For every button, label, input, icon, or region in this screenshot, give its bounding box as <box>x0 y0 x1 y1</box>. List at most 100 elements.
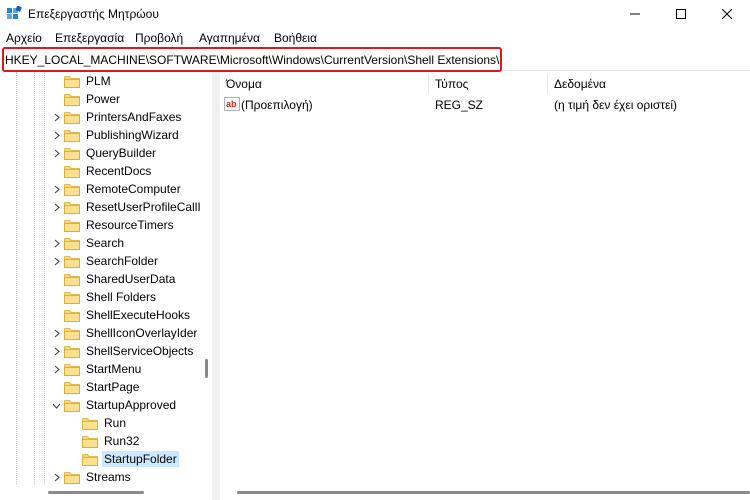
tree-item-label: Streams <box>86 470 131 484</box>
pane-splitter[interactable] <box>212 72 220 500</box>
values-list[interactable]: Όνομα Τύπος Δεδομένα ab (Προεπιλογή) REG… <box>220 72 750 500</box>
tree-item-label: Power <box>86 92 121 106</box>
tree-item-label: PublishingWizard <box>86 128 179 142</box>
tree-item[interactable]: QueryBuilder <box>52 144 158 162</box>
chevron-right-icon[interactable] <box>52 473 61 482</box>
chevron-right-icon[interactable] <box>52 347 61 356</box>
tree-item-label: RemoteComputer <box>86 182 181 196</box>
chevron-right-icon[interactable] <box>52 149 61 158</box>
tree-item-label: StartupFolder <box>102 451 179 467</box>
menu-favorites[interactable]: Αγαπημένα <box>199 31 260 45</box>
address-path[interactable]: HKEY_LOCAL_MACHINE\SOFTWARE\Microsoft\Wi… <box>5 53 499 67</box>
tree-guide-line <box>44 72 45 500</box>
tree-guide-line <box>16 72 17 500</box>
chevron-right-icon[interactable] <box>52 257 61 266</box>
key-tree[interactable]: PLM Power PrintersAndFaxes PublishingWizard… <box>0 72 212 500</box>
list-horizontal-scroll-thumb[interactable] <box>237 491 750 494</box>
tree-vertical-scroll-thumb[interactable] <box>205 359 208 378</box>
tree-item[interactable]: Power <box>52 90 122 108</box>
folder-icon <box>64 147 80 160</box>
minimize-button[interactable] <box>612 0 658 27</box>
tree-item[interactable]: ShellExecuteHooks <box>52 306 192 324</box>
folder-icon <box>64 309 80 322</box>
expander-spacer <box>52 293 61 302</box>
tree-item[interactable]: StartMenu <box>52 360 143 378</box>
tree-horizontal-scrollbar[interactable] <box>0 484 212 500</box>
expander-spacer <box>70 419 79 428</box>
tree-item[interactable]: Search <box>52 234 126 252</box>
minimize-icon <box>630 13 640 14</box>
tree-item[interactable]: Shell Folders <box>52 288 158 306</box>
expander-spacer <box>52 275 61 284</box>
folder-icon <box>64 201 80 214</box>
tree-item[interactable]: PublishingWizard <box>52 126 181 144</box>
tree-item[interactable]: ShellServiceObjects <box>52 342 195 360</box>
chevron-right-icon[interactable] <box>52 329 61 338</box>
folder-icon <box>64 327 80 340</box>
tree-item-label: ShellExecuteHooks <box>86 308 191 322</box>
folder-icon <box>82 417 98 430</box>
tree-item[interactable]: StartupFolder <box>70 450 179 468</box>
registry-editor-icon <box>7 6 22 19</box>
chevron-right-icon[interactable] <box>52 365 61 374</box>
menu-file[interactable]: Αρχείο <box>6 31 42 45</box>
tree-item-label: QueryBuilder <box>86 146 157 160</box>
tree-item-label: RecentDocs <box>86 164 152 178</box>
maximize-button[interactable] <box>658 0 704 27</box>
column-header-data[interactable]: Δεδομένα <box>548 72 750 94</box>
tree-item[interactable]: SearchFolder <box>52 252 160 270</box>
value-data: (η τιμή δεν έχει οριστεί) <box>554 98 678 112</box>
tree-item[interactable]: PLM <box>52 72 113 90</box>
tree-item[interactable]: ResourceTimers <box>52 216 176 234</box>
tree-item[interactable]: RecentDocs <box>52 162 153 180</box>
folder-icon <box>64 471 80 484</box>
tree-item[interactable]: PrintersAndFaxes <box>52 108 183 126</box>
chevron-right-icon[interactable] <box>52 185 61 194</box>
folder-icon <box>64 93 80 106</box>
tree-item[interactable]: RemoteComputer <box>52 180 183 198</box>
tree-item[interactable]: StartupApproved <box>52 396 178 414</box>
tree-item[interactable]: Run32 <box>70 432 141 450</box>
tree-horizontal-scroll-thumb[interactable] <box>48 491 144 494</box>
list-horizontal-scrollbar[interactable] <box>220 484 750 500</box>
expander-spacer <box>52 383 61 392</box>
tree-item-label: ResourceTimers <box>86 218 174 232</box>
svg-text:ab: ab <box>226 99 237 109</box>
tree-item[interactable]: ShellIconOverlayIder <box>52 324 199 342</box>
folder-icon <box>64 291 80 304</box>
tree-item[interactable]: StartPage <box>52 378 141 396</box>
string-value-icon: ab <box>224 97 240 111</box>
chevron-down-icon[interactable] <box>52 401 61 410</box>
expander-spacer <box>70 437 79 446</box>
value-row[interactable]: ab (Προεπιλογή) REG_SZ (η τιμή δεν έχει … <box>220 96 750 114</box>
chevron-right-icon[interactable] <box>52 203 61 212</box>
folder-icon <box>64 345 80 358</box>
tree-item-label: ResetUserProfileCallI <box>86 200 201 214</box>
folder-icon <box>64 165 80 178</box>
expander-spacer <box>52 221 61 230</box>
tree-item-label: Run <box>104 416 127 430</box>
tree-vertical-scrollbar[interactable] <box>200 72 212 484</box>
window-title: Επεξεργαστής Μητρώου <box>28 7 159 21</box>
chevron-right-icon[interactable] <box>52 113 61 122</box>
chevron-right-icon[interactable] <box>52 239 61 248</box>
chevron-right-icon[interactable] <box>52 131 61 140</box>
menu-help[interactable]: Βοήθεια <box>274 31 317 45</box>
tree-item[interactable]: ResetUserProfileCallI <box>52 198 203 216</box>
menu-view[interactable]: Προβολή <box>135 31 183 45</box>
expander-spacer <box>52 311 61 320</box>
tree-item-label: SharedUserData <box>86 272 176 286</box>
tree-item[interactable]: SharedUserData <box>52 270 177 288</box>
title-bar: Επεξεργαστής Μητρώου <box>0 0 750 27</box>
folder-icon <box>64 273 80 286</box>
column-header-name[interactable]: Όνομα <box>220 72 428 94</box>
menu-edit[interactable]: Επεξεργασία <box>55 31 124 45</box>
tree-item-label: SearchFolder <box>86 254 159 268</box>
folder-icon <box>64 129 80 142</box>
close-button[interactable] <box>704 0 750 27</box>
tree-item[interactable]: Run <box>70 414 128 432</box>
tree-item-label: ShellIconOverlayIder <box>86 326 198 340</box>
folder-icon <box>64 399 80 412</box>
column-header-type[interactable]: Τύπος <box>429 72 547 94</box>
address-bar[interactable]: HKEY_LOCAL_MACHINE\SOFTWARE\Microsoft\Wi… <box>1 49 750 71</box>
